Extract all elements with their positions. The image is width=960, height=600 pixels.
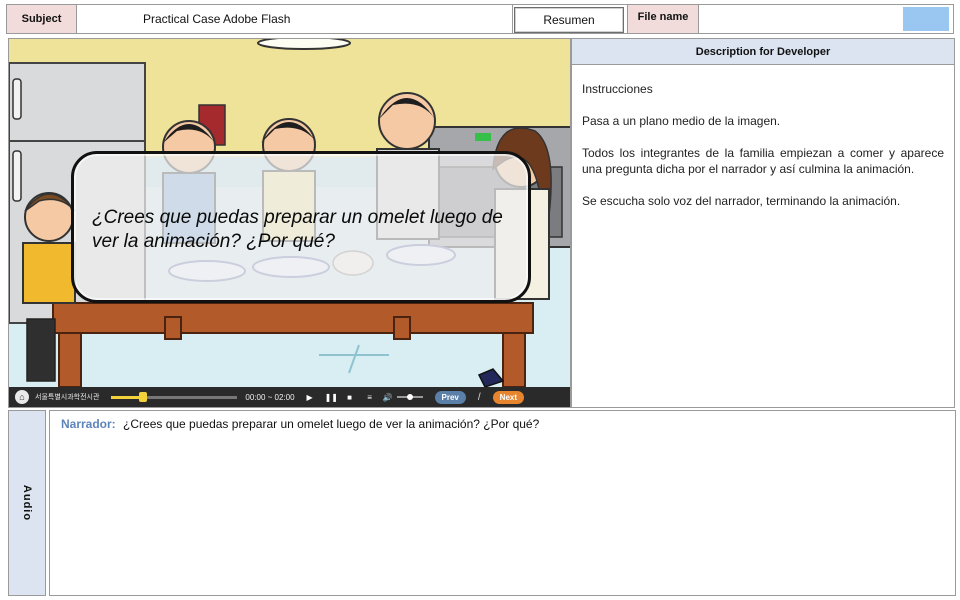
next-button[interactable]: Next [492, 390, 525, 404]
animation-stage: ¿Crees que puedas preparar un omelet lue… [8, 38, 571, 408]
subject-label: Subject [7, 5, 77, 33]
stop-icon[interactable]: ■ [345, 393, 355, 402]
pause-icon[interactable]: ❚❚ [325, 393, 338, 402]
institution-name: 서울특별시과학전시관 [35, 394, 100, 401]
institution-logo-icon: ⌂ [15, 390, 29, 404]
prev-button[interactable]: Prev [434, 390, 466, 404]
developer-description-panel: Description for Developer Instrucciones … [571, 38, 955, 408]
progress-handle[interactable] [138, 391, 147, 402]
progress-track[interactable] [111, 391, 238, 402]
subject-value: Practical Case Adobe Flash [77, 5, 513, 33]
speaker-label: Narrador: [61, 417, 116, 431]
header-bar: Subject Practical Case Adobe Flash Resum… [6, 4, 954, 34]
menu-icon[interactable]: ≡ [365, 393, 375, 402]
narration-line: ¿Crees que puedas preparar un omelet lue… [123, 417, 540, 431]
question-overlay: ¿Crees que puedas preparar un omelet lue… [71, 151, 531, 303]
description-paragraph: Pasa a un plano medio de la imagen. [582, 114, 781, 128]
description-title: Description for Developer [572, 39, 954, 65]
volume-icon[interactable]: 🔊 [383, 393, 393, 402]
volume-slider[interactable] [396, 394, 423, 400]
question-text: ¿Crees que puedas preparar un omelet lue… [92, 207, 503, 252]
file-name-swatch [903, 7, 949, 31]
description-paragraph: Todos los integrantes de la familia empi… [582, 146, 944, 176]
audio-label: Audio [21, 484, 34, 522]
nav-separator: / [477, 391, 481, 403]
description-body: Instrucciones Pasa a un plano medio de l… [572, 65, 954, 209]
time-display: 00:00 ~ 02:00 [245, 392, 295, 402]
description-paragraph: Se escucha solo voz del narrador, termin… [582, 194, 901, 208]
player-controls-bar: ⌂ 서울특별시과학전시관 00:00 ~ 02:00 ▶ ❚❚ ■ ≡ 🔊 Pr… [9, 387, 570, 407]
volume-handle[interactable] [406, 394, 413, 400]
description-paragraph: Instrucciones [582, 82, 653, 96]
file-name-label: File name [627, 5, 699, 33]
resumen-button[interactable]: Resumen [514, 7, 624, 33]
audio-script: Narrador: ¿Crees que puedas preparar un … [49, 410, 956, 596]
audio-label-cell: Audio [8, 410, 46, 596]
play-icon[interactable]: ▶ [305, 393, 315, 402]
